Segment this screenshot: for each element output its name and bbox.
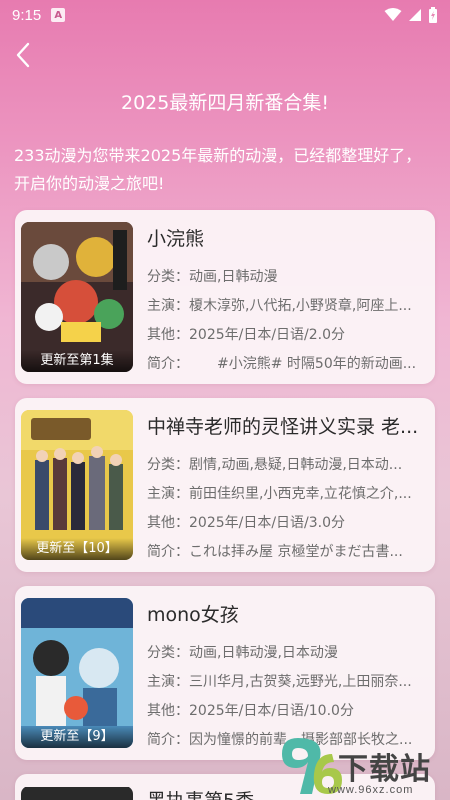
summary-label: 简介： (147, 732, 189, 748)
chevron-left-icon (16, 42, 30, 68)
wifi-icon (384, 8, 402, 21)
episode-badge: 更新至【10】 (21, 538, 133, 560)
cast-label: 主演： (147, 298, 189, 314)
cast-value: 三川华月,古贺葵,远野光,上田丽奈... (189, 674, 412, 690)
card-title: 小浣熊 (147, 228, 205, 250)
category-label: 分类： (147, 457, 189, 473)
cast-value: 前田佳织里,小西克幸,立花慎之介,... (189, 486, 412, 502)
poster-image[interactable] (21, 786, 133, 800)
episode-badge: 更新至【9】 (21, 726, 133, 748)
other-label: 其他： (147, 515, 189, 531)
status-icons (384, 7, 438, 23)
signal-icon (409, 9, 421, 21)
cast-value: 榎木淳弥,八代拓,小野贤章,阿座上... (189, 298, 412, 314)
card-title: 中禅寺老师的灵怪讲义实录 老... (147, 416, 419, 438)
back-button[interactable] (8, 40, 38, 70)
category-value: 剧情,动画,悬疑,日韩动漫,日本动... (189, 457, 403, 473)
card-title: mono女孩 (147, 604, 239, 626)
intro-text: 233动漫为您带来2025年最新的动漫，已经都整理好了，开启你的动漫之旅吧! (14, 146, 422, 193)
anime-card[interactable]: 更新至【10】 中禅寺老师的灵怪讲义实录 老... 分类： 剧情,动画,悬疑,日韩… (15, 398, 435, 572)
cast-label: 主演： (147, 486, 189, 502)
watermark-text: 下载站 (338, 752, 431, 787)
other-value: 2025年/日本/日语/2.0分 (189, 327, 346, 343)
summary-value: これは拝み屋 京極堂がまだ古書... (189, 544, 403, 560)
status-bar: 9:15 A (0, 0, 450, 30)
poster-art (21, 787, 133, 800)
summary-label: 简介： (147, 356, 189, 372)
battery-icon (429, 7, 437, 23)
anime-card[interactable]: 更新至第1集 小浣熊 分类： 动画,日韩动漫 主演： 榎木淳弥,八代拓,小野贤章,阿… (15, 210, 435, 384)
cast-label: 主演： (147, 674, 189, 690)
status-time: 9:15 (12, 6, 42, 24)
category-label: 分类： (147, 645, 189, 661)
page-title: 2025最新四月新番合集! (121, 92, 329, 114)
summary-value: #小浣熊# 时隔50年的新动画... (189, 356, 417, 372)
watermark-logo: 下载站 www.96xz.com (276, 734, 448, 800)
category-value: 动画,日韩动漫 (189, 269, 278, 285)
category-value: 动画,日韩动漫,日本动漫 (189, 645, 338, 661)
poster-image[interactable]: 更新至【9】 (21, 598, 133, 748)
other-label: 其他： (147, 703, 189, 719)
episode-badge: 更新至第1集 (21, 350, 133, 372)
watermark-url: www.96xz.com (328, 784, 414, 796)
poster-image[interactable]: 更新至第1集 (21, 222, 133, 372)
notification-icon: A (51, 8, 66, 22)
summary-label: 简介： (147, 544, 189, 560)
poster-image[interactable]: 更新至【10】 (21, 410, 133, 560)
category-label: 分类： (147, 269, 189, 285)
other-label: 其他： (147, 327, 189, 343)
other-value: 2025年/日本/日语/3.0分 (189, 515, 346, 531)
other-value: 2025年/日本/日语/10.0分 (189, 703, 354, 719)
